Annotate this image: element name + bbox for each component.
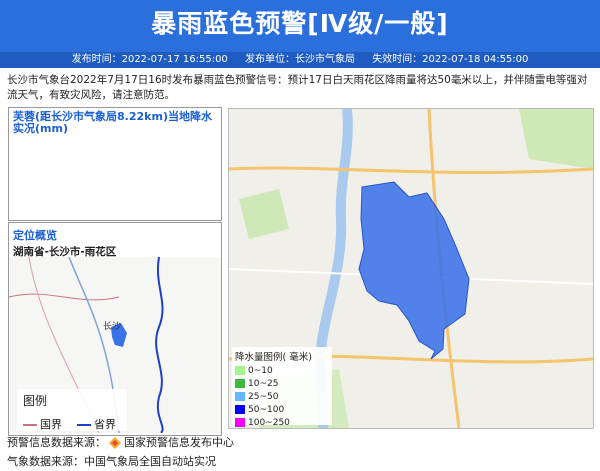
warning-banner: 暴雨蓝色预警[Ⅳ级/一般] <box>0 0 600 52</box>
rain-legend-item-1: 0~10 <box>232 365 332 378</box>
rain-swatch-4 <box>235 405 245 414</box>
location-panel: 定位概览 湖南省-长沙市-雨花区 长沙 图例 国界 省界 <box>8 222 222 436</box>
boundary-legend-title: 图例 <box>23 394 48 408</box>
boundary-legend: 图例 国界 省界 <box>17 389 127 431</box>
national-border-swatch <box>23 424 37 426</box>
footer-source-warning: 预警信息数据来源： 国家预警信息发布中心 <box>7 434 234 450</box>
meta-bar: 发布时间：2022-07-17 16:55:00 发布单位：长沙市气象局 失效时… <box>0 52 600 68</box>
rain-legend: 降水量图例( 毫米) 0~10 10~25 25~50 50~100 100~2… <box>232 347 332 428</box>
legend-item-province: 省界 <box>77 416 116 432</box>
legend-item-national: 国界 <box>23 416 62 432</box>
rain-legend-label-1: 0~10 <box>248 366 273 376</box>
minimap-city-label: 长沙 <box>103 320 121 332</box>
warning-center-logo-icon <box>109 437 121 449</box>
rain-legend-label-4: 50~100 <box>248 405 285 415</box>
rain-legend-item-3: 25~50 <box>232 391 332 404</box>
footer-source1-value: 国家预警信息发布中心 <box>124 436 234 449</box>
warning-description: 长沙市气象台2022年7月17日16时发布暴雨蓝色预警信号：预计17日白天雨花区… <box>7 74 588 101</box>
station-panel-title: 芙蓉(距长沙市气象局8.22km)当地降水实况(mm) <box>13 110 212 135</box>
location-minimap: 长沙 图例 国界 省界 <box>9 257 221 433</box>
province-border-east <box>155 257 164 433</box>
rain-legend-item-2: 10~25 <box>232 378 332 391</box>
rain-swatch-2 <box>235 379 245 388</box>
station-panel: 芙蓉(距长沙市气象局8.22km)当地降水实况(mm) <box>8 107 222 221</box>
footer-source1-label: 预警信息数据来源： <box>7 436 106 449</box>
national-border-label: 国界 <box>40 418 62 431</box>
province-border-swatch <box>77 424 91 426</box>
road-line-1 <box>9 293 120 301</box>
warning-map[interactable]: 降水量图例( 毫米) 0~10 10~25 25~50 50~100 100~2… <box>228 108 594 429</box>
rain-legend-label-3: 25~50 <box>248 392 279 402</box>
rain-swatch-3 <box>235 392 245 401</box>
rain-swatch-5 <box>235 418 245 427</box>
province-border-label: 省界 <box>94 418 116 431</box>
warning-title: 暴雨蓝色预警[Ⅳ级/一般] <box>151 9 449 38</box>
rain-swatch-1 <box>235 366 245 375</box>
rain-legend-title: 降水量图例( 毫米) <box>235 352 312 363</box>
rain-legend-label-2: 10~25 <box>248 379 279 389</box>
expire-time: 失效时间：2022-07-18 04:55:00 <box>372 54 529 65</box>
rain-legend-item-5: 100~250 <box>232 417 332 428</box>
location-title: 定位概览 <box>13 229 57 242</box>
rain-legend-label-5: 100~250 <box>248 418 290 428</box>
publish-time: 发布时间：2022-07-17 16:55:00 <box>71 54 228 65</box>
publisher: 发布单位：长沙市气象局 <box>245 54 355 65</box>
rain-legend-item-4: 50~100 <box>232 404 332 417</box>
footer-source-weather: 气象数据来源：中国气象局全国自动站实况 <box>7 455 216 468</box>
